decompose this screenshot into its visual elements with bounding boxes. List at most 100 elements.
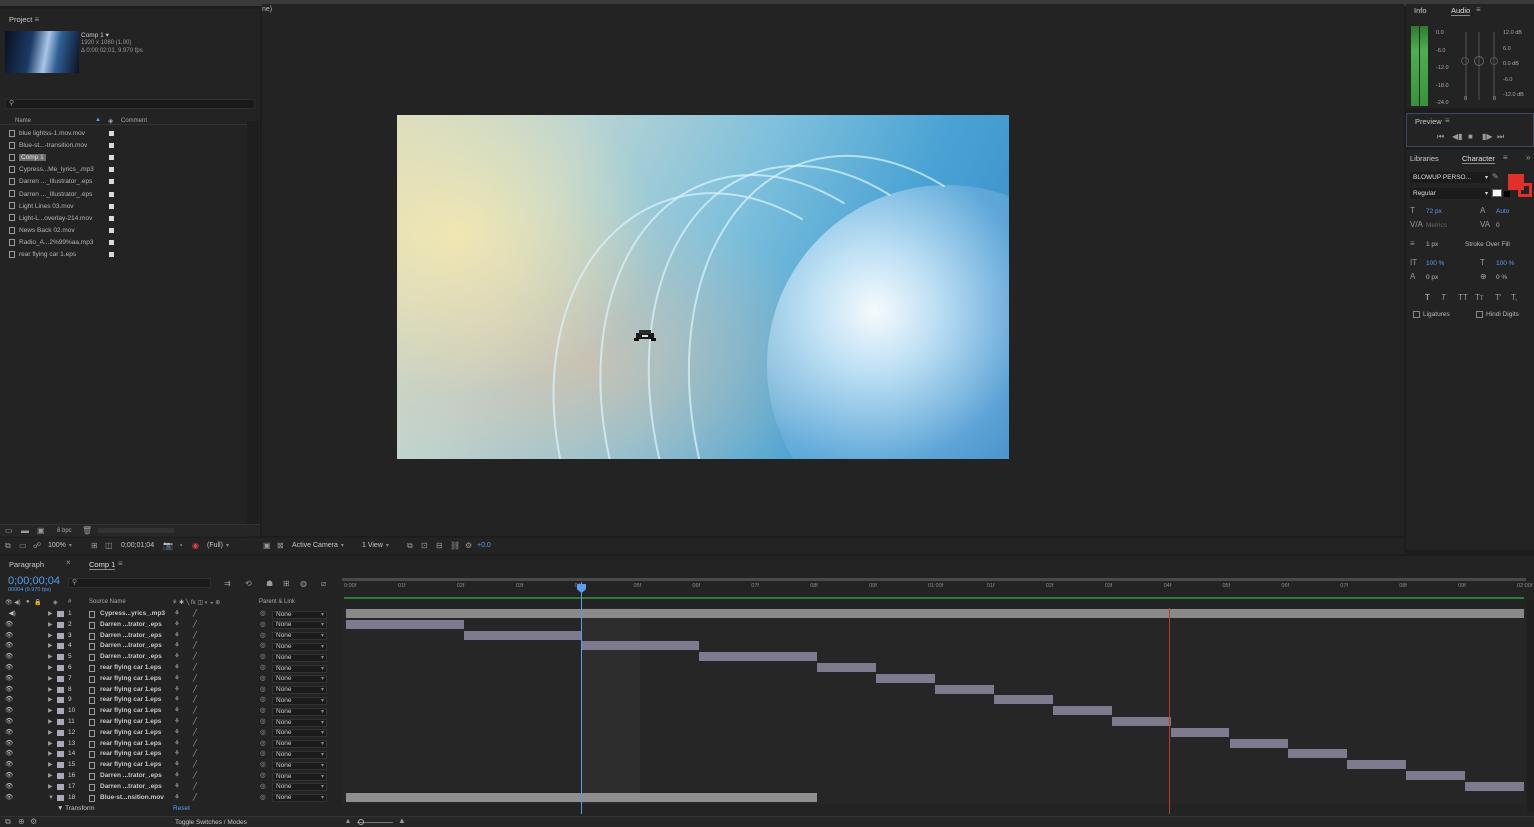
- lock-icon[interactable]: 🔒: [34, 599, 41, 606]
- project-item[interactable]: News Back 02.mov: [9, 225, 249, 237]
- layer-search-input[interactable]: ⚲: [68, 578, 211, 588]
- layer-source-name[interactable]: Darren ...trator_.eps: [100, 782, 162, 793]
- layer-label-color[interactable]: [57, 762, 64, 769]
- chevron-right-icon[interactable]: ▶: [48, 685, 53, 696]
- layer-source-name[interactable]: Blue-st...nsition.mov: [100, 793, 164, 804]
- pickwhip-icon[interactable]: ◎: [260, 609, 266, 620]
- chevron-right-icon[interactable]: ▶: [48, 609, 53, 620]
- quality-switch-icon[interactable]: ╱: [193, 685, 197, 696]
- stroke-mode-select[interactable]: Stroke Over Fill: [1465, 241, 1510, 248]
- draft-3d-icon[interactable]: ⟲: [245, 580, 252, 588]
- layer-label-color[interactable]: [57, 654, 64, 661]
- layer-row[interactable]: 👁 ▶ 10 rear flying car 1.eps ⚘ ╱ ◎ None: [0, 706, 340, 717]
- zoom-select[interactable]: 100%: [48, 542, 72, 549]
- pickwhip-icon[interactable]: ◎: [260, 620, 266, 631]
- layer-label-color[interactable]: [57, 794, 64, 801]
- chevron-down-icon[interactable]: ▼: [48, 793, 54, 804]
- label-tag-icon[interactable]: ◈: [53, 599, 58, 606]
- zoom-out-icon[interactable]: ▴: [346, 817, 350, 825]
- slider-knob[interactable]: [1461, 57, 1469, 65]
- eyedropper-icon[interactable]: ✎: [1492, 173, 1499, 181]
- timeline-scrollbar[interactable]: [1527, 600, 1534, 812]
- region-icon[interactable]: ◫: [105, 542, 113, 550]
- layer-source-name[interactable]: Darren ...trator_.eps: [100, 641, 162, 652]
- pickwhip-icon[interactable]: ◎: [260, 706, 266, 717]
- quality-switch-icon[interactable]: ╱: [193, 793, 197, 804]
- quality-switch-icon[interactable]: ╱: [193, 728, 197, 739]
- tracking-value[interactable]: 0: [1496, 222, 1500, 229]
- eye-icon[interactable]: 👁: [5, 695, 13, 706]
- project-item[interactable]: Blue-st...-transition.mov: [9, 140, 249, 152]
- eye-icon[interactable]: 👁: [5, 760, 13, 771]
- parent-select[interactable]: None: [272, 621, 327, 630]
- chevron-right-icon[interactable]: ▶: [48, 620, 53, 631]
- camera-select[interactable]: Active Camera: [292, 542, 344, 549]
- layer-label-color[interactable]: [57, 611, 64, 617]
- leading-value[interactable]: Auto: [1496, 208, 1509, 215]
- prev-frame-icon[interactable]: ◀▮: [1452, 133, 1463, 141]
- tsume-value[interactable]: 0 %: [1496, 274, 1507, 281]
- thumbnail-scroll[interactable]: [98, 528, 174, 533]
- parent-select[interactable]: None: [272, 632, 327, 641]
- pickwhip-icon[interactable]: ◎: [260, 674, 266, 685]
- baseline-shift-value[interactable]: 0 px: [1426, 274, 1438, 281]
- tab-libraries[interactable]: Libraries: [1410, 154, 1439, 163]
- time-ruler[interactable]: 0:00f 01f 02f 03f 04f 05f 06f 07f 08f 09f 01:00f 01…: [342, 576, 1532, 599]
- flowchart-icon[interactable]: ⛓: [450, 542, 460, 550]
- stroke-width-value[interactable]: 1 px: [1426, 241, 1438, 248]
- slider-knob[interactable]: [1490, 57, 1498, 65]
- eye-icon[interactable]: 👁: [5, 717, 13, 728]
- layer-label-color[interactable]: [57, 686, 64, 693]
- eye-icon[interactable]: 👁: [5, 663, 13, 674]
- project-item[interactable]: Light-L...overlay-214.mov: [9, 213, 249, 225]
- layer-label-color[interactable]: [57, 665, 64, 671]
- transparency-grid-icon[interactable]: ⊠: [277, 542, 284, 550]
- project-item[interactable]: Cypress...Me_lyrics_.mp3: [9, 164, 249, 176]
- layer-row[interactable]: 👁 ▶ 2 Darren ...trator_.eps ⚘ ╱ ◎ None: [0, 620, 340, 631]
- eye-icon[interactable]: 👁: [5, 631, 13, 642]
- exposure-reset-icon[interactable]: ⚙: [465, 542, 472, 550]
- layer-row[interactable]: 👁 ▶ 14 rear flying car 1.eps ⚘ ╱ ◎ None: [0, 749, 340, 760]
- timeline-toggle-icon[interactable]: ⊟: [436, 542, 443, 550]
- eye-icon[interactable]: 👁: [5, 685, 13, 696]
- shy-switch-icon[interactable]: ⚘: [174, 782, 180, 793]
- parent-select[interactable]: None: [272, 718, 327, 727]
- col-parent-link[interactable]: Parent & Link: [259, 599, 295, 605]
- pickwhip-icon[interactable]: ◎: [260, 749, 266, 760]
- quality-switch-icon[interactable]: ╱: [193, 641, 197, 652]
- eye-icon[interactable]: 👁: [5, 620, 13, 631]
- pickwhip-icon[interactable]: ◎: [260, 641, 266, 652]
- chevron-right-icon[interactable]: ▶: [48, 631, 53, 642]
- pickwhip-icon[interactable]: ◎: [260, 793, 266, 804]
- layer-row[interactable]: 👁 ▶ 11 rear flying car 1.eps ⚘ ╱ ◎ None: [0, 717, 340, 728]
- parent-select[interactable]: None: [272, 664, 327, 673]
- superscript-icon[interactable]: T': [1495, 294, 1501, 302]
- chevron-right-icon[interactable]: ▶: [48, 760, 53, 771]
- shy-switch-icon[interactable]: ⚘: [174, 749, 180, 760]
- layer-duration-bar[interactable]: [1406, 771, 1466, 780]
- parent-select[interactable]: None: [272, 675, 327, 684]
- pickwhip-icon[interactable]: ◎: [260, 782, 266, 793]
- close-icon[interactable]: ×: [66, 559, 71, 567]
- chevron-right-icon[interactable]: ▶: [48, 771, 53, 782]
- faux-italic-icon[interactable]: T: [1441, 294, 1446, 302]
- audio-icon[interactable]: ◀): [5, 609, 16, 620]
- white-swatch[interactable]: [1492, 189, 1502, 197]
- layer-source-name[interactable]: Darren ...trator_.eps: [100, 652, 162, 663]
- layer-row[interactable]: 👁 ▶ 5 Darren ...trator_.eps ⚘ ╱ ◎ None: [0, 652, 340, 663]
- layer-duration-bar[interactable]: [1052, 706, 1112, 716]
- layer-duration-bar[interactable]: [1288, 749, 1348, 759]
- pickwhip-icon[interactable]: ◎: [260, 771, 266, 782]
- parent-select[interactable]: None: [272, 783, 327, 792]
- layer-row[interactable]: 👁 ▶ 12 rear flying car 1.eps ⚘ ╱ ◎ None: [0, 728, 340, 739]
- viewer-timecode[interactable]: 0;00;01;04: [121, 542, 154, 549]
- layer-label-color[interactable]: [57, 719, 64, 725]
- layer-row[interactable]: 👁 ▶ 16 Darren ...trator_.eps ⚘ ╱ ◎ None: [0, 771, 340, 782]
- tab-audio[interactable]: Audio: [1451, 6, 1471, 16]
- chevron-right-icon[interactable]: ▶: [48, 674, 53, 685]
- eye-icon[interactable]: 👁: [5, 739, 13, 750]
- layer-duration-bar[interactable]: [581, 641, 700, 651]
- layer-label-color[interactable]: [57, 751, 64, 758]
- pickwhip-icon[interactable]: ◎: [260, 685, 266, 696]
- pixel-aspect-icon[interactable]: ⧉: [407, 542, 413, 550]
